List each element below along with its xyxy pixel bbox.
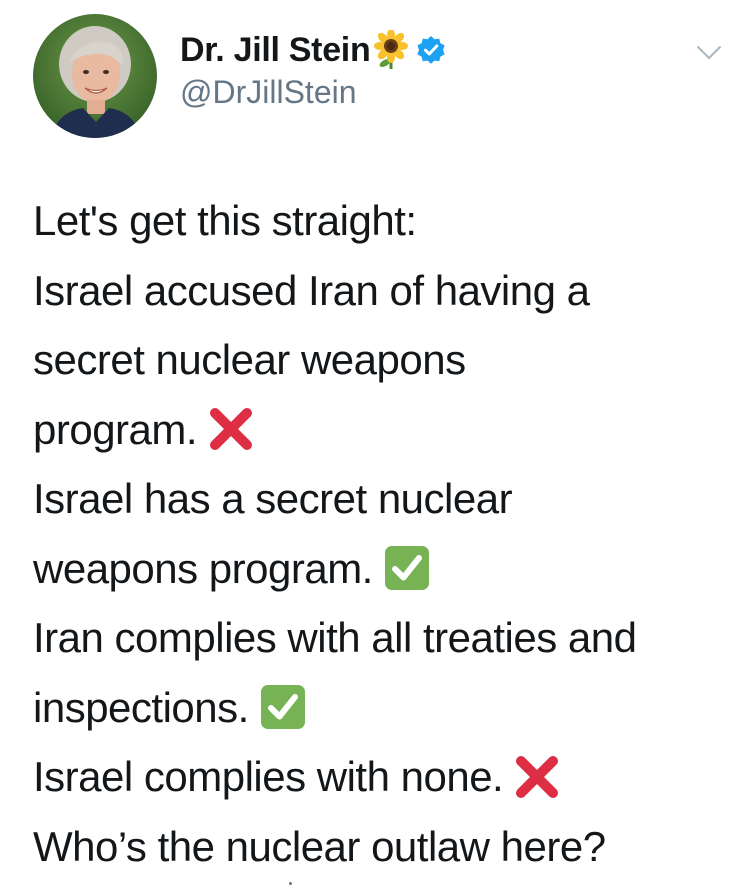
tweet-line: Iran complies with all treaties and — [33, 603, 733, 673]
tweet-line-text: secret nuclear weapons — [33, 336, 466, 383]
red-cross-icon — [207, 405, 255, 453]
tweet-line-text: Iran complies with all treaties and — [33, 614, 637, 661]
tweet-line-text: inspections. — [33, 683, 249, 731]
author-handle[interactable]: @DrJillStein — [180, 74, 357, 111]
tweet-line: Israel accused Iran of having a — [33, 256, 733, 326]
green-check-icon — [259, 683, 307, 731]
tweet-line: Who’s the nuclear outlaw here? — [33, 812, 733, 882]
tweet-line: program. — [33, 395, 733, 465]
author-name-row[interactable]: Dr. Jill Stein — [180, 28, 446, 72]
tweet-body: Let's get this straight: Israel accused … — [33, 186, 733, 881]
divider-dot — [289, 882, 292, 885]
tweet-line: inspections. — [33, 673, 733, 743]
tweet-line: Let's get this straight: — [33, 186, 733, 256]
tweet-line-text: Who’s the nuclear outlaw here? — [33, 822, 606, 870]
tweet-line-text: Israel complies with none. — [33, 753, 504, 800]
tweet-line-text: weapons program. — [33, 544, 373, 592]
verified-badge-icon — [416, 35, 446, 65]
tweet-line: Israel complies with none. — [33, 742, 733, 812]
tweet-line-text: Israel accused Iran of having a — [33, 266, 590, 314]
tweet-line: Israel has a secret nuclear — [33, 464, 733, 534]
green-check-icon — [383, 544, 431, 592]
red-cross-icon — [513, 753, 561, 801]
tweet-line-text: program. — [33, 405, 198, 453]
tweet: Dr. Jill Stein @DrJillStein Let's get th… — [0, 0, 750, 892]
chevron-down-icon[interactable] — [696, 44, 722, 62]
avatar[interactable] — [33, 14, 157, 138]
tweet-line-text: Let's get this straight: — [33, 197, 417, 244]
author-display-name[interactable]: Dr. Jill Stein — [180, 31, 371, 70]
tweet-line: weapons program. — [33, 534, 733, 604]
sunflower-icon — [374, 29, 409, 70]
tweet-line-text: Israel has a secret nuclear — [33, 475, 513, 522]
tweet-line: secret nuclear weapons — [33, 325, 733, 395]
